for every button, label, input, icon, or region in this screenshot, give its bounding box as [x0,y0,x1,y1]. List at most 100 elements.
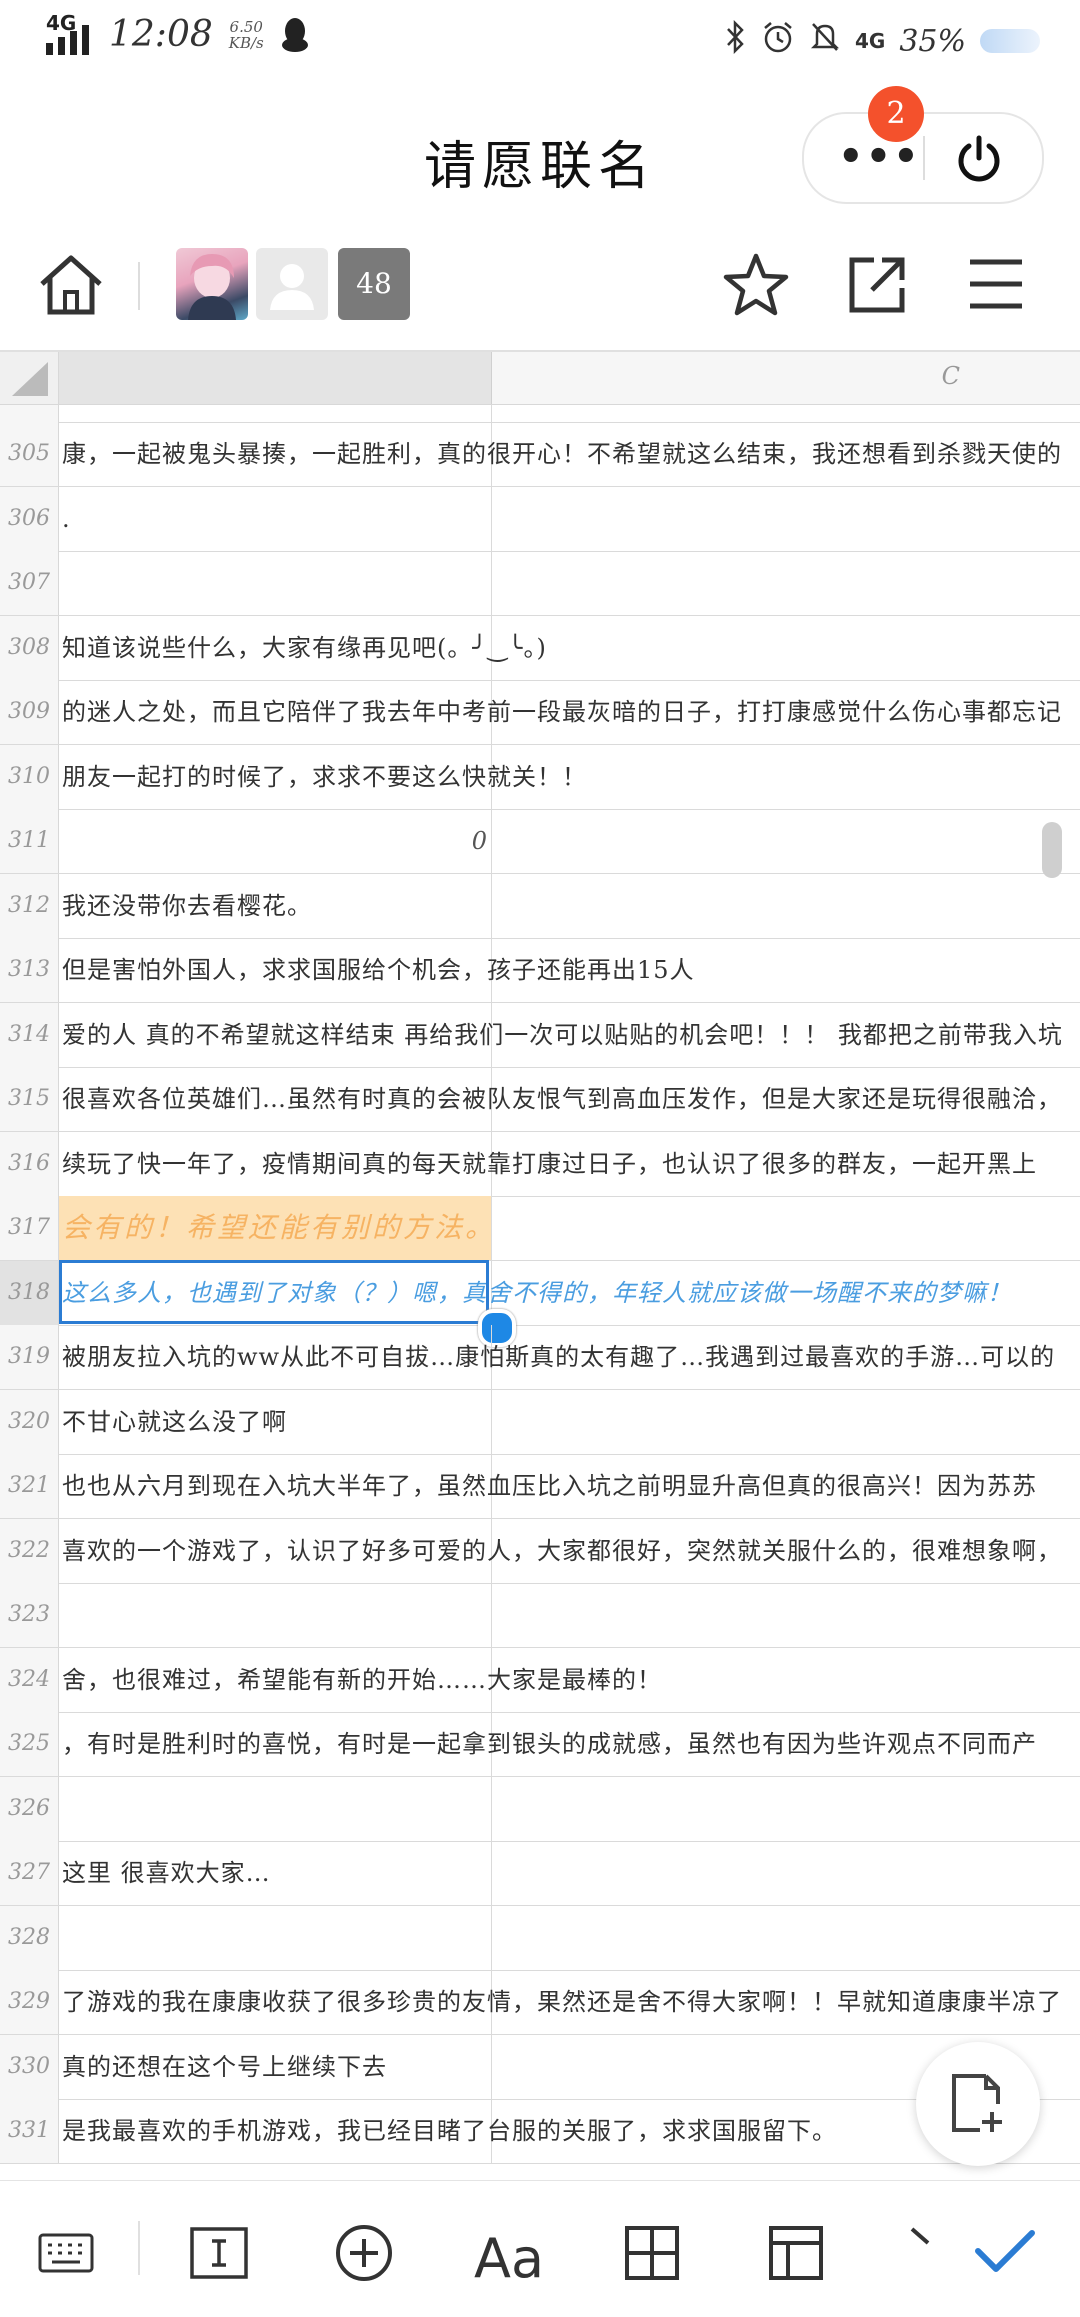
table-row[interactable]: 315 很喜欢各位英雄们…虽然有时真的会被队友恨气到高血压发作，但是大家还是玩得很… [0,1067,1080,1132]
spreadsheet[interactable]: C 望国服就这么结束了 305康，一起被鬼头暴揍，一起胜利，真的很开心！不希望就… [0,350,1080,2182]
cell-text: ，有时是胜利时的喜悦，有时是一起拿到银头的成就感，虽然也有因为些许观点不同而产 [62,1730,1037,1758]
row-number[interactable]: 315 [0,1067,59,1131]
grid-icon[interactable] [624,2225,680,2285]
table-row[interactable]: 308 知道该说些什么，大家有缘再见吧(。╯‿╰。) [0,615,1080,681]
row-number[interactable]: 307 [0,551,59,615]
share-icon[interactable] [846,254,908,320]
row-number[interactable]: 321 [0,1454,59,1518]
network-type-right: 4G [854,29,886,53]
scrollbar-thumb[interactable] [1042,822,1062,878]
member-count-badge[interactable]: 48 [338,248,410,320]
column-c-header[interactable]: C [492,352,1080,404]
star-icon[interactable] [722,252,790,322]
row-number[interactable]: 312 [0,873,59,938]
new-document-button[interactable] [916,2042,1040,2166]
table-row[interactable]: 327 这里 很喜欢大家… [0,1841,1080,1906]
table-row[interactable]: 310 朋友一起打的时候了，求求不要这么快就关！！ [0,744,1080,810]
row-number[interactable]: 324 [0,1647,59,1712]
row-number[interactable]: 310 [0,744,59,809]
row-number[interactable]: 330 [0,2034,59,2099]
network-type: 4G [46,10,77,35]
table-row[interactable]: 313 但是害怕外国人，求求国服给个机会，孩子还能再出15人 [0,938,1080,1003]
table-row[interactable]: 314 爱的人 真的不希望就这样结束 再给我们一次可以贴贴的机会吧！！！ 我都把之… [0,1002,1080,1068]
table-row[interactable]: 319 被朋友拉入坑的ww从此不可自拔…康怕斯真的太有趣了…我遇到过最喜欢的手游…… [0,1325,1080,1390]
cell-text: 很喜欢各位英雄们…虽然有时真的会被队友恨气到高血压发作，但是大家还是玩得很融洽， [62,1085,1062,1113]
menu-icon[interactable] [968,258,1024,314]
row-number[interactable]: 317 [0,1196,59,1260]
table-row[interactable]: 望国服就这么结束了 [0,404,1080,423]
table-row[interactable]: 317 会有的！希望还能有别的方法。 [0,1196,1080,1261]
cell-text: 这里 很喜欢大家… [62,1859,271,1887]
row-number[interactable]: 305 [0,422,59,486]
row-number[interactable]: 329 [0,1970,59,2034]
table-row[interactable]: 323 [0,1583,1080,1648]
cell-b[interactable] [59,551,492,615]
home-icon[interactable] [36,252,106,322]
row-number[interactable]: 322 [0,1518,59,1583]
cell-text: 续玩了快一年了，疫情期间真的每天就靠打康过日子，也认识了很多的群友，一起开黑上 [62,1149,1037,1178]
add-circle-icon[interactable] [334,2223,394,2287]
row-number[interactable]: 320 [0,1389,59,1454]
row-number[interactable]: 306 [0,486,59,551]
bluetooth-icon [725,19,747,62]
table-row[interactable]: 309 的迷人之处，而且它陪伴了我去年中考前一段最灰暗的日子，打打康感觉什么伤心事… [0,680,1080,745]
avatar[interactable] [176,248,248,320]
status-time: 12:08 [109,14,213,55]
table-row[interactable]: 320 不甘心就这么没了啊 [0,1389,1080,1455]
mini-program-capsule: ••• [802,112,1044,204]
row-number[interactable]: 313 [0,938,59,1002]
table-icon[interactable] [768,2225,824,2285]
row-number[interactable]: 331 [0,2099,59,2163]
column-b-header[interactable] [59,352,492,404]
more-icon[interactable] [910,2227,930,2261]
row-number[interactable]: 316 [0,1131,59,1196]
column-header: C [0,352,1080,405]
row-number[interactable]: 328 [0,1905,59,1970]
keyboard-icon[interactable] [38,2233,94,2277]
table-row[interactable]: 321 也也从六月到现在入坑大半年了，虽然血压比入坑之前明显升高但真的很高兴！因为… [0,1454,1080,1519]
cell-b[interactable] [59,1776,492,1841]
table-row[interactable]: 305 康，一起被鬼头暴揍，一起胜利，真的很开心！不希望就这么结束，我还想看到杀戮… [0,422,1080,487]
select-all-corner[interactable] [0,352,59,404]
avatar-placeholder[interactable] [256,248,328,320]
table-row[interactable]: 322 喜欢的一个游戏了，认识了好多可爱的人，大家都很好，突然就关服什么的，很难想… [0,1518,1080,1584]
font-icon[interactable]: Aa [474,2227,544,2290]
row-number[interactable]: 308 [0,615,59,680]
table-row[interactable]: 312 我还没带你去看樱花。 [0,873,1080,939]
cell-b[interactable] [59,486,492,551]
table-row[interactable]: 325 ，有时是胜利时的喜悦，有时是一起拿到银头的成就感，虽然也有因为些许观点不同… [0,1712,1080,1777]
more-button[interactable]: ••• [838,137,921,177]
table-row[interactable]: 328 [0,1905,1080,1971]
cell-b[interactable] [59,1905,492,1970]
check-icon[interactable] [974,2229,1036,2279]
alarm-icon [761,20,795,62]
row-number[interactable]: 311 [0,809,59,873]
table-row[interactable]: 329 了游戏的我在康康收获了很多珍贵的友情，果然还是舍不得大家啊！！早就知道康康… [0,1970,1080,2035]
cell-b[interactable] [59,1583,492,1647]
row-number[interactable]: 327 [0,1841,59,1905]
cell-text: 我还没带你去看樱花。 [62,891,312,920]
row-number[interactable]: 326 [0,1776,59,1841]
table-row[interactable]: 307 [0,551,1080,616]
table-row[interactable]: 326 [0,1776,1080,1842]
close-power-button[interactable] [952,132,1006,190]
row-number[interactable]: 314 [0,1002,59,1067]
table-row[interactable]: 318 这么多人，也遇到了对象（？）嗯，真舍不得的，年轻人就应该做一场醒不来的梦嘛… [0,1259,1080,1347]
table-row[interactable]: 311 0 [0,809,1080,874]
status-bar: 4G 12:08 6.50 KB/s 4G 35% [0,0,1080,80]
row-number[interactable]: 318 [0,1260,59,1325]
cell-text: 也也从六月到现在入坑大半年了，虽然血压比入坑之前明显升高但真的很高兴！因为苏苏 [62,1472,1037,1500]
text-cursor-icon[interactable] [190,2227,248,2283]
row-number[interactable]: 319 [0,1325,59,1389]
table-row[interactable]: 324 舍，也很难过，希望能有新的开始……大家是最棒的！ [0,1647,1080,1713]
selected-cell-outline [59,1259,489,1324]
row-number[interactable]: 323 [0,1583,59,1647]
row-number[interactable]: 325 [0,1712,59,1776]
cell-text: 的迷人之处，而且它陪伴了我去年中考前一段最灰暗的日子，打打康感觉什么伤心事都忘记 [62,698,1062,726]
cell-text: . [62,504,71,533]
table-row[interactable]: 306. [0,486,1080,552]
table-row[interactable]: 316 续玩了快一年了，疫情期间真的每天就靠打康过日子，也认识了很多的群友，一起开… [0,1131,1080,1197]
cell-text: 不甘心就这么没了啊 [62,1407,287,1436]
cell-text: 了游戏的我在康康收获了很多珍贵的友情，果然还是舍不得大家啊！！早就知道康康半凉了 [62,1988,1062,2016]
row-number[interactable]: 309 [0,680,59,744]
